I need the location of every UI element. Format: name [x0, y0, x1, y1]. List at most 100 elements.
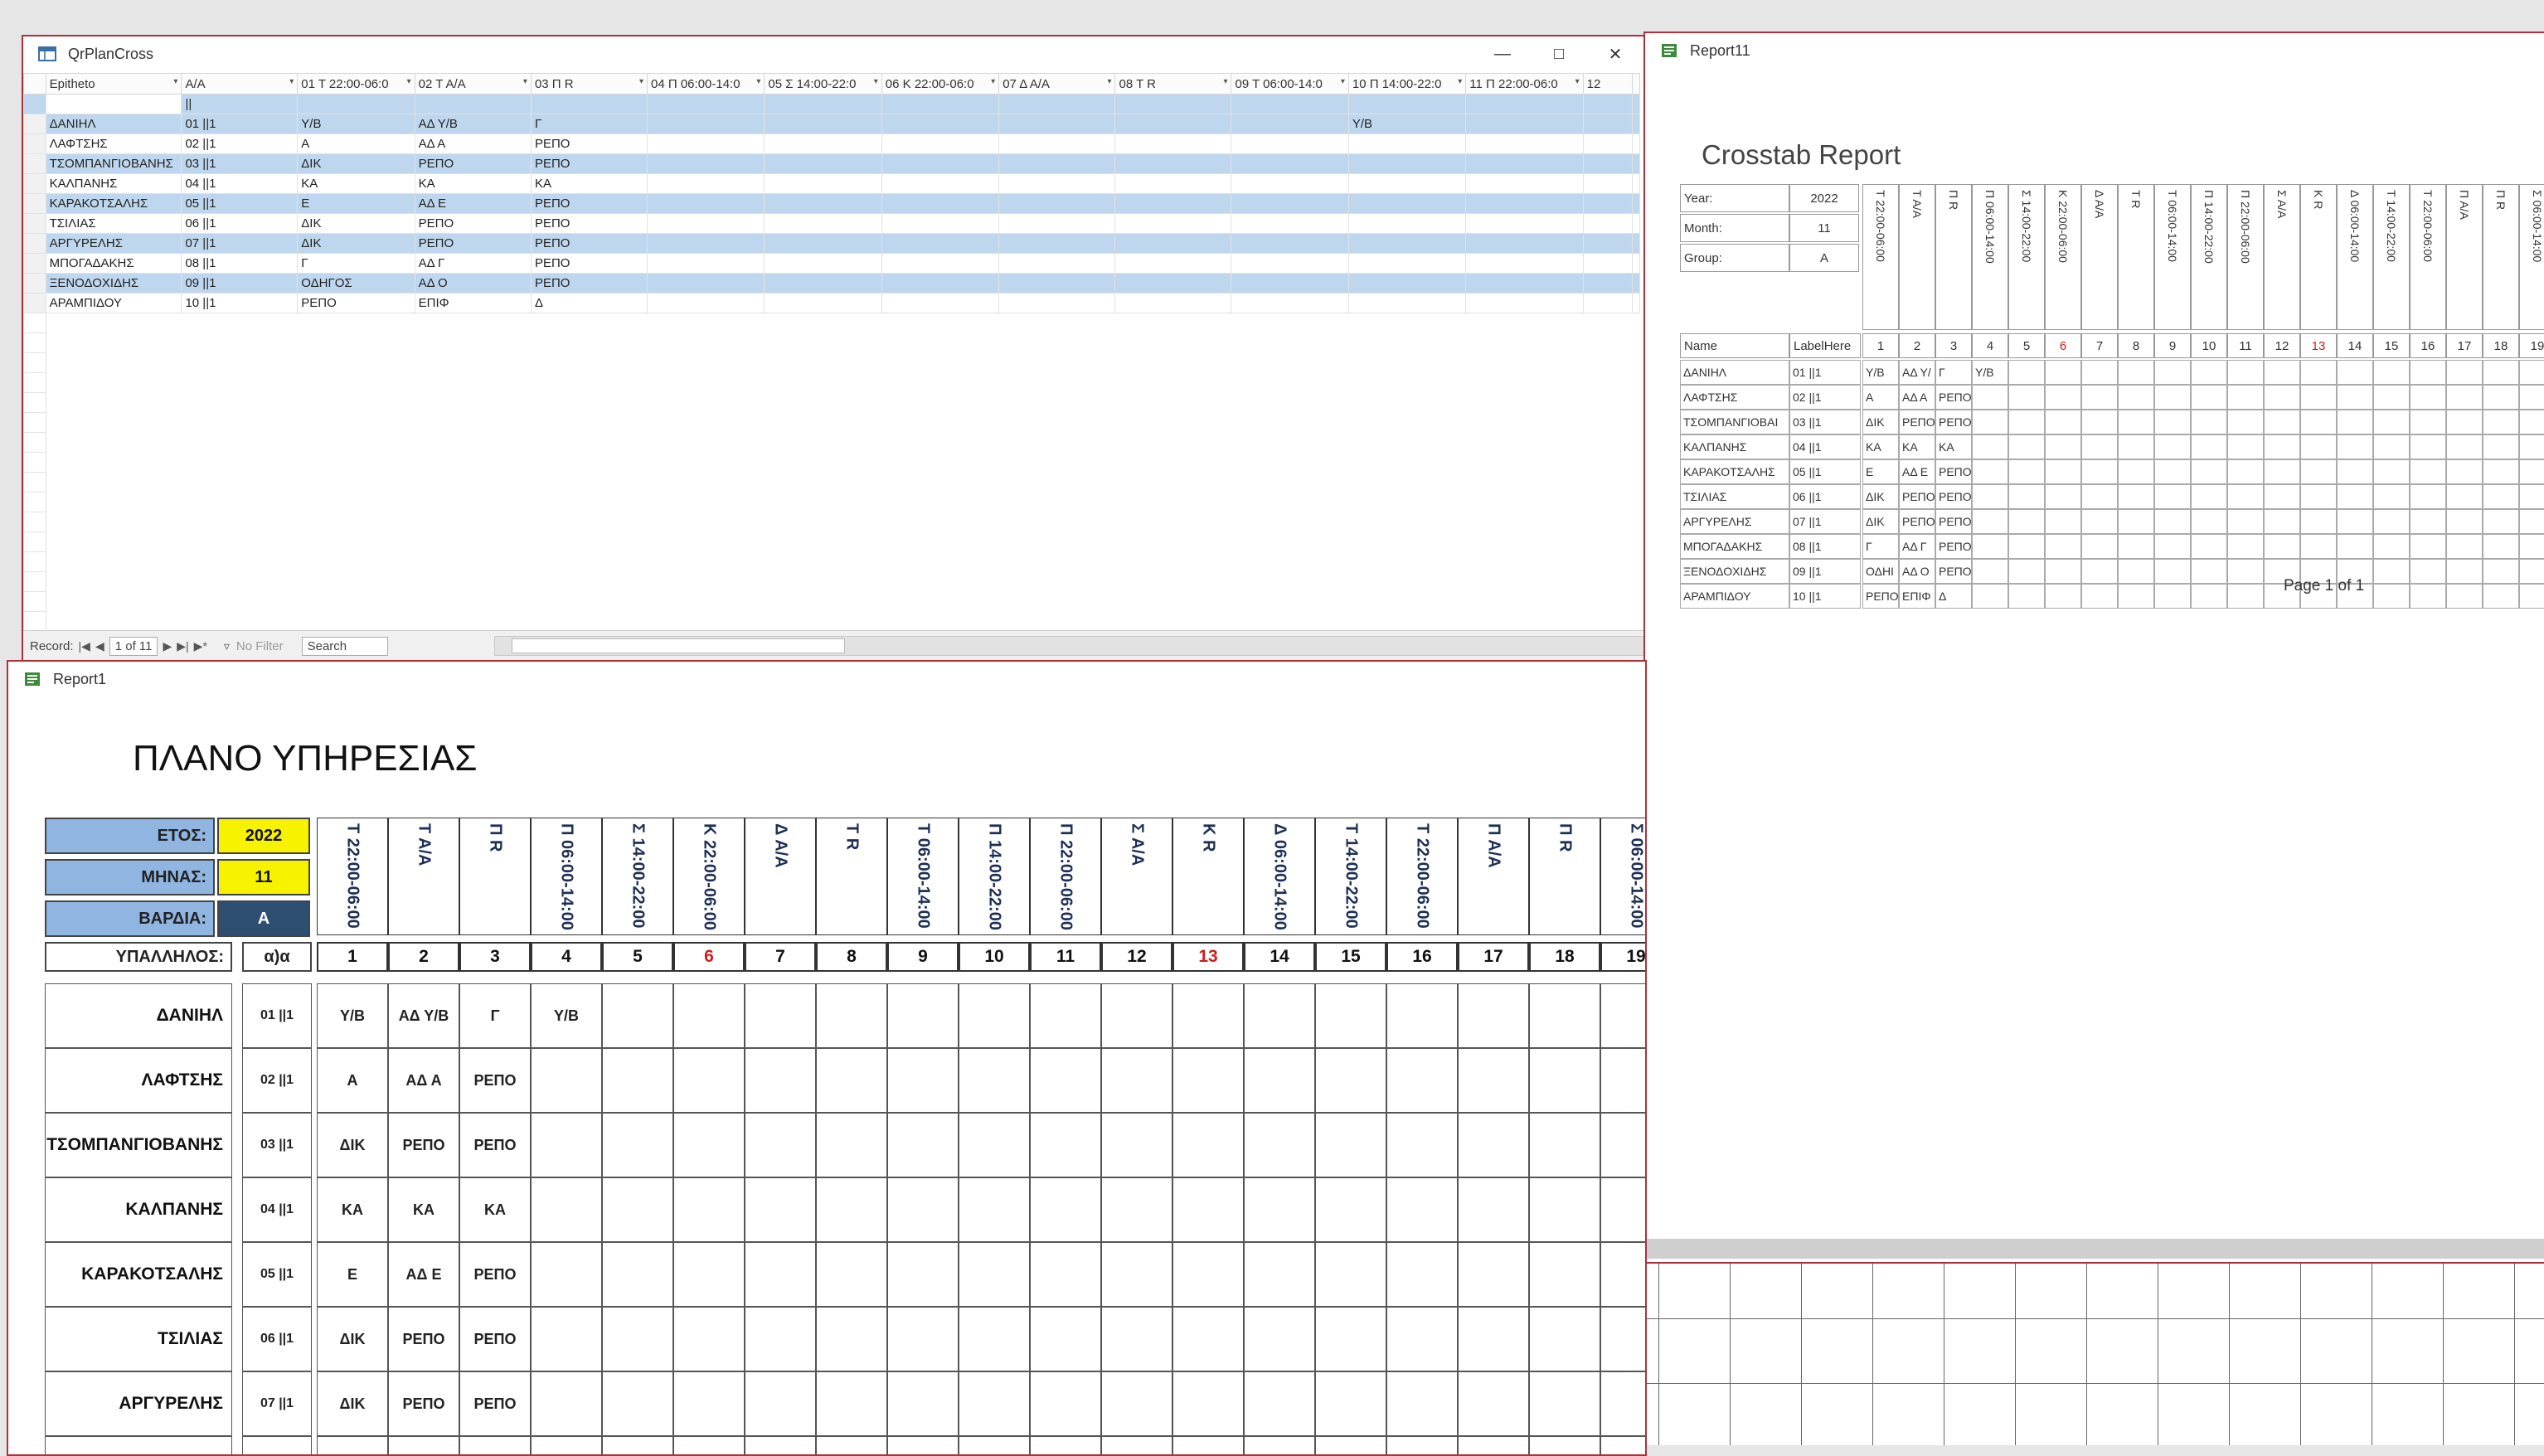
report1-window[interactable]: Report1 ΠΛΑΝΟ ΥΠΗΡΕΣΙΑΣ ΕΤΟΣ: 2022 ΜΗΝΑΣ: 1…: [7, 660, 1647, 1456]
grid-cell[interactable]: ΑΔ Υ/Β: [414, 114, 532, 134]
filter-cell[interactable]: [1231, 94, 1349, 114]
grid-cell[interactable]: 04 ||1: [181, 173, 299, 194]
grid-cell[interactable]: ΔΙΚ: [297, 153, 415, 174]
next-record-icon[interactable]: ▶: [163, 639, 172, 653]
shift-cell[interactable]: Υ/Β: [531, 983, 602, 1048]
shift-cell[interactable]: ΡΕΠΟ: [1899, 410, 1935, 434]
shift-cell[interactable]: [1386, 1242, 1458, 1307]
filter-cell[interactable]: [1114, 94, 1232, 114]
shift-cell[interactable]: [2410, 434, 2446, 459]
grid-cell[interactable]: Υ/Β: [1347, 114, 1467, 134]
filter-cell[interactable]: [764, 94, 882, 114]
grid-cell[interactable]: ΡΕΠΟ: [414, 153, 532, 174]
column-header[interactable]: 11 Π 22:00-06:0 ▾: [1465, 73, 1584, 95]
shift-cell[interactable]: [816, 1242, 887, 1307]
grid-cell[interactable]: ΑΔ Ο: [414, 273, 532, 294]
sort-dropdown-icon[interactable]: ▾: [1107, 77, 1111, 86]
shift-cell[interactable]: ΡΕΠΟ: [459, 1371, 531, 1436]
grid-cell[interactable]: 03 ||1: [181, 153, 299, 174]
grid-cell[interactable]: [646, 133, 765, 154]
shift-cell[interactable]: [1172, 1307, 1244, 1371]
shift-cell[interactable]: [1315, 1307, 1386, 1371]
grid-cell[interactable]: [1114, 153, 1232, 174]
shift-cell[interactable]: Γ: [459, 983, 531, 1048]
shift-cell[interactable]: ΔΙΚ: [317, 1371, 388, 1436]
grid-cell[interactable]: [1114, 133, 1232, 154]
grid-cell[interactable]: [1465, 133, 1584, 154]
shift-cell[interactable]: [2081, 509, 2118, 534]
shift-cell[interactable]: [2264, 385, 2300, 410]
shift-cell[interactable]: ΡΕΠΟ: [1862, 584, 1899, 609]
filter-cell[interactable]: [881, 94, 1000, 114]
shift-cell[interactable]: Α: [1862, 385, 1899, 410]
shift-cell[interactable]: [1101, 1371, 1172, 1436]
shift-cell[interactable]: ΑΔ Ε: [1899, 459, 1935, 484]
shift-cell[interactable]: [1529, 1177, 1600, 1242]
grid-cell[interactable]: 05 ||1: [181, 193, 299, 214]
shift-cell[interactable]: [602, 1371, 673, 1436]
shift-cell[interactable]: [887, 1371, 959, 1436]
shift-cell[interactable]: [2410, 459, 2446, 484]
shift-cell[interactable]: [816, 1113, 887, 1177]
shift-cell[interactable]: [531, 1242, 602, 1307]
grid-cell[interactable]: 08 ||1: [181, 253, 299, 274]
shift-cell[interactable]: [1972, 385, 2008, 410]
shift-cell[interactable]: [2410, 559, 2446, 584]
shift-cell[interactable]: ΔΙΚ: [317, 1307, 388, 1371]
shift-cell[interactable]: [2519, 434, 2544, 459]
shift-cell[interactable]: [2227, 509, 2264, 534]
shift-cell[interactable]: [2373, 360, 2410, 385]
table-row[interactable]: ΛΑΦΤΣΗΣ 02 ||1 Α ΑΔ Α ΡΕΠΟ: [23, 133, 1640, 154]
shift-cell[interactable]: [887, 1436, 959, 1454]
grid-cell[interactable]: [881, 253, 1000, 274]
grid-cell[interactable]: [881, 213, 1000, 234]
shift-cell[interactable]: Ε: [1862, 459, 1899, 484]
grid-cell[interactable]: [1347, 153, 1467, 174]
grid-cell[interactable]: [1347, 233, 1467, 254]
grid-cell[interactable]: [1465, 233, 1584, 254]
minimize-button[interactable]: —: [1474, 36, 1531, 71]
sort-dropdown-icon[interactable]: ▾: [289, 77, 294, 86]
shift-cell[interactable]: [2154, 385, 2191, 410]
shift-cell[interactable]: [531, 1113, 602, 1177]
last-record-icon[interactable]: ▶|: [177, 639, 188, 653]
shift-cell[interactable]: [887, 983, 959, 1048]
shift-cell[interactable]: ΑΔ Γ: [1899, 534, 1935, 559]
shift-cell[interactable]: [1600, 983, 1645, 1048]
shift-cell[interactable]: Γ: [1862, 534, 1899, 559]
grid-cell[interactable]: ΞΕΝΟΔΟΧΙΔΗΣ: [45, 273, 182, 294]
column-header[interactable]: 04 Π 06:00-14:0 ▾: [646, 73, 765, 95]
shift-cell[interactable]: [959, 1242, 1030, 1307]
grid-cell[interactable]: ΔΑΝΙΗΛ: [45, 114, 182, 134]
row-selector[interactable]: [23, 94, 46, 114]
shift-cell[interactable]: ΡΕΠΟ: [459, 1048, 531, 1113]
grid-cell[interactable]: Γ: [297, 253, 415, 274]
shift-cell[interactable]: [1315, 1242, 1386, 1307]
shift-cell[interactable]: [2154, 559, 2191, 584]
shift-cell[interactable]: [1172, 983, 1244, 1048]
grid-cell[interactable]: [998, 233, 1116, 254]
sort-dropdown-icon[interactable]: ▾: [523, 77, 527, 86]
shift-cell[interactable]: [1458, 983, 1529, 1048]
shift-cell[interactable]: [2191, 509, 2227, 534]
grid-cell[interactable]: [881, 133, 1000, 154]
shift-cell[interactable]: [1030, 1436, 1101, 1454]
shift-cell[interactable]: [745, 1307, 816, 1371]
shift-cell[interactable]: [1030, 1307, 1101, 1371]
shift-cell[interactable]: [816, 1436, 887, 1454]
shift-cell[interactable]: [2008, 484, 2045, 509]
shift-cell[interactable]: [2081, 434, 2118, 459]
shift-cell[interactable]: [1529, 1113, 1600, 1177]
shift-cell[interactable]: [2008, 459, 2045, 484]
table-row[interactable]: ΜΠΟΓΑΔΑΚΗΣ 08 ||1 Γ ΑΔ Γ ΡΕΠΟ: [23, 253, 1640, 274]
shift-cell[interactable]: [531, 1307, 602, 1371]
shift-cell[interactable]: [1244, 983, 1315, 1048]
shift-cell[interactable]: [2227, 534, 2264, 559]
grid-cell[interactable]: [1465, 273, 1584, 294]
grid-cell[interactable]: ΟΔΗΓΟΣ: [297, 273, 415, 294]
shift-cell[interactable]: ΑΔ Α: [388, 1048, 459, 1113]
shift-cell[interactable]: [816, 1307, 887, 1371]
shift-cell[interactable]: [2337, 459, 2373, 484]
shift-cell[interactable]: [2446, 509, 2483, 534]
shift-cell[interactable]: [1458, 1177, 1529, 1242]
